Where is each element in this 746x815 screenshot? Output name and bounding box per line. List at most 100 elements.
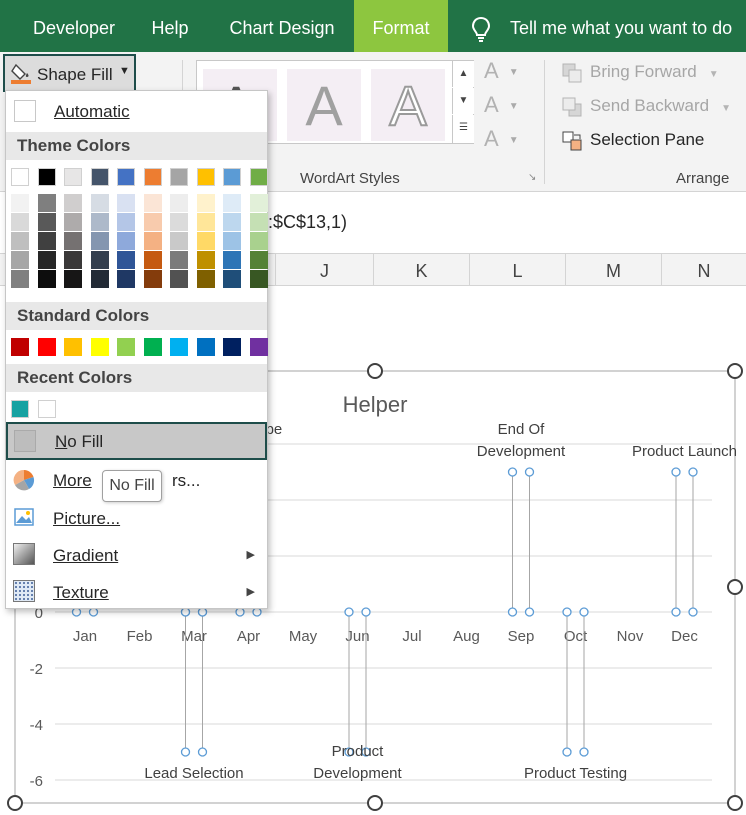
theme-shade-swatch[interactable] [143,270,162,288]
dialog-launcher-icon[interactable]: ↘ [528,172,540,184]
theme-shade-swatch[interactable] [90,213,109,231]
theme-shade-swatch[interactable] [196,213,215,231]
standard-color-swatch[interactable] [249,338,268,356]
theme-shade-swatch[interactable] [90,194,109,212]
standard-color-swatch[interactable] [64,338,82,356]
resize-handle[interactable] [367,795,383,811]
resize-handle[interactable] [7,795,23,811]
tell-me-search[interactable]: Tell me what you want to do [466,0,746,52]
column-header-l[interactable]: L [470,254,566,286]
column-header-n[interactable]: N [662,254,746,286]
text-fill-button[interactable]: A ▼ [484,58,519,84]
theme-shade-swatch[interactable] [11,194,29,212]
milestone-marker[interactable] [579,747,589,757]
baseline-marker[interactable] [197,607,208,617]
theme-shade-swatch[interactable] [37,213,56,231]
theme-shade-swatch[interactable] [37,194,56,212]
theme-color-swatch[interactable] [196,168,215,186]
theme-color-swatch[interactable] [11,168,29,186]
send-backward-button[interactable]: Send Backward ▼ [562,96,731,117]
theme-shade-swatch[interactable] [64,270,82,288]
theme-shade-swatch[interactable] [223,270,241,288]
theme-color-swatch[interactable] [37,168,56,186]
milestone-marker[interactable] [671,467,681,477]
theme-shade-swatch[interactable] [223,251,241,269]
theme-color-swatch[interactable] [117,168,135,186]
column-header-k[interactable]: K [374,254,470,286]
column-header-j[interactable]: J [276,254,374,286]
theme-color-swatch[interactable] [223,168,241,186]
baseline-marker[interactable] [507,607,518,617]
resize-handle[interactable] [367,363,383,379]
theme-shade-swatch[interactable] [37,251,56,269]
standard-color-swatch[interactable] [37,338,56,356]
standard-color-swatch[interactable] [90,338,109,356]
theme-shade-swatch[interactable] [170,232,188,250]
milestone-marker[interactable] [507,467,518,477]
theme-shade-swatch[interactable] [223,213,241,231]
theme-shade-swatch[interactable] [11,270,29,288]
no-fill-option[interactable]: No Fill [6,422,267,460]
theme-shade-swatch[interactable] [90,232,109,250]
theme-color-swatch[interactable] [249,168,268,186]
theme-shade-swatch[interactable] [37,270,56,288]
theme-shade-swatch[interactable] [249,194,268,212]
theme-shade-swatch[interactable] [196,251,215,269]
baseline-marker[interactable] [71,607,82,617]
recent-color-swatch[interactable] [37,400,56,418]
milestone-marker[interactable] [197,747,208,757]
resize-handle[interactable] [727,795,743,811]
text-outline-button[interactable]: A ▼ [484,92,519,118]
theme-shade-swatch[interactable] [143,251,162,269]
theme-shade-swatch[interactable] [170,270,188,288]
theme-shade-swatch[interactable] [11,232,29,250]
theme-shade-swatch[interactable] [64,232,82,250]
theme-shade-swatch[interactable] [223,232,241,250]
theme-shade-swatch[interactable] [223,194,241,212]
resize-handle[interactable] [727,363,743,379]
tab-developer[interactable]: Developer [18,0,130,52]
automatic-option[interactable]: Automatic [6,95,267,127]
theme-color-swatch[interactable] [90,168,109,186]
standard-color-swatch[interactable] [143,338,162,356]
formula-text[interactable]: :$C$13,1) [268,212,347,233]
theme-color-swatch[interactable] [64,168,82,186]
standard-color-swatch[interactable] [223,338,241,356]
theme-shade-swatch[interactable] [64,213,82,231]
standard-color-swatch[interactable] [196,338,215,356]
theme-shade-swatch[interactable] [170,194,188,212]
gallery-more-button[interactable]: ☰ [452,115,474,143]
standard-color-swatch[interactable] [117,338,135,356]
milestone-marker[interactable] [688,467,698,477]
tab-help[interactable]: Help [138,0,202,52]
theme-shade-swatch[interactable] [196,270,215,288]
theme-shade-swatch[interactable] [170,251,188,269]
theme-shade-swatch[interactable] [143,213,162,231]
theme-shade-swatch[interactable] [64,251,82,269]
theme-shade-swatch[interactable] [143,232,162,250]
milestone-marker[interactable] [180,747,191,757]
theme-shade-swatch[interactable] [64,194,82,212]
theme-shade-swatch[interactable] [249,213,268,231]
baseline-marker[interactable] [524,607,535,617]
theme-shade-swatch[interactable] [37,232,56,250]
theme-shade-swatch[interactable] [196,232,215,250]
standard-color-swatch[interactable] [11,338,29,356]
picture-option[interactable]: Picture... [6,501,267,535]
baseline-marker[interactable] [88,607,99,617]
theme-shade-swatch[interactable] [249,251,268,269]
wordart-style-tile[interactable]: A [371,69,445,141]
text-effects-button[interactable]: A ▼ [484,126,519,152]
shape-fill-button[interactable]: Shape Fill ▼ [3,54,136,92]
baseline-marker[interactable] [252,607,262,617]
baseline-marker[interactable] [579,607,589,617]
theme-color-swatch[interactable] [143,168,162,186]
resize-handle[interactable] [727,579,743,595]
theme-shade-swatch[interactable] [249,232,268,250]
theme-shade-swatch[interactable] [143,194,162,212]
baseline-marker[interactable] [344,607,354,617]
baseline-marker[interactable] [180,607,191,617]
theme-shade-swatch[interactable] [11,213,29,231]
theme-color-swatch[interactable] [170,168,188,186]
theme-shade-swatch[interactable] [196,194,215,212]
